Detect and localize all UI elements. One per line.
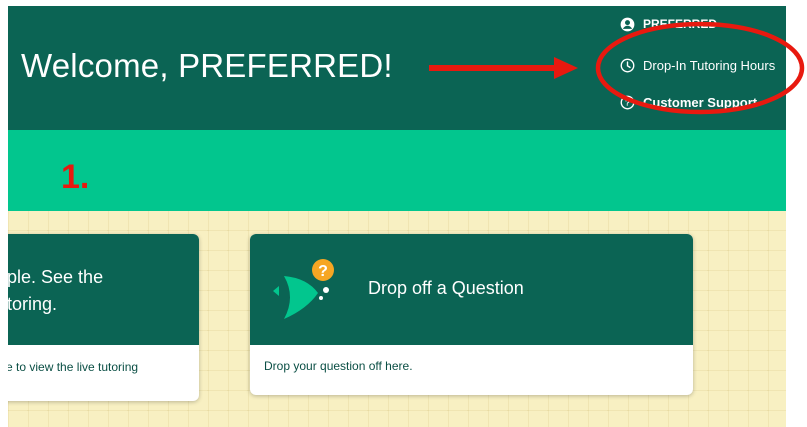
account-circle-icon bbox=[620, 17, 635, 32]
nav-hours-label: Drop-In Tutoring Hours bbox=[643, 57, 776, 73]
svg-text:?: ? bbox=[625, 98, 630, 107]
card-title-line: ple. See the bbox=[8, 267, 104, 287]
nav-support-label: Customer Support bbox=[643, 94, 758, 110]
card-header: ? Drop off a Question bbox=[250, 234, 693, 345]
card-header: ple. See the toring. bbox=[8, 234, 199, 345]
card-description: Drop your question off here. bbox=[264, 359, 413, 373]
nav-drop-in-tutoring-hours[interactable]: Drop-In Tutoring Hours bbox=[620, 54, 775, 76]
card-description: e to view the live tutoring bbox=[8, 360, 139, 374]
svg-text:?: ? bbox=[318, 263, 328, 280]
clock-icon bbox=[620, 58, 635, 73]
drop-question-icon: ? bbox=[270, 257, 340, 323]
nav-user-menu[interactable]: PREFERRED bbox=[620, 14, 717, 34]
header: Welcome, PREFERRED! PREFERRED Drop-In Tu… bbox=[8, 6, 786, 130]
card-title: ple. See the toring. bbox=[8, 264, 103, 318]
page: Welcome, PREFERRED! PREFERRED Drop-In Tu… bbox=[8, 6, 786, 427]
step-number-annotation: 1. bbox=[61, 158, 90, 196]
banner-band bbox=[8, 130, 786, 211]
drop-off-question-card[interactable]: ? Drop off a Question Drop your question… bbox=[250, 234, 693, 395]
card-title-line: toring. bbox=[8, 294, 58, 314]
nav-user-label: PREFERRED bbox=[643, 17, 718, 31]
welcome-heading: Welcome, PREFERRED! bbox=[21, 47, 393, 84]
nav-customer-support[interactable]: ? Customer Support bbox=[620, 91, 757, 113]
help-circle-icon: ? bbox=[620, 95, 635, 110]
card-title: Drop off a Question bbox=[368, 278, 524, 298]
live-tutoring-card[interactable]: ple. See the toring. e to view the live … bbox=[8, 234, 199, 401]
